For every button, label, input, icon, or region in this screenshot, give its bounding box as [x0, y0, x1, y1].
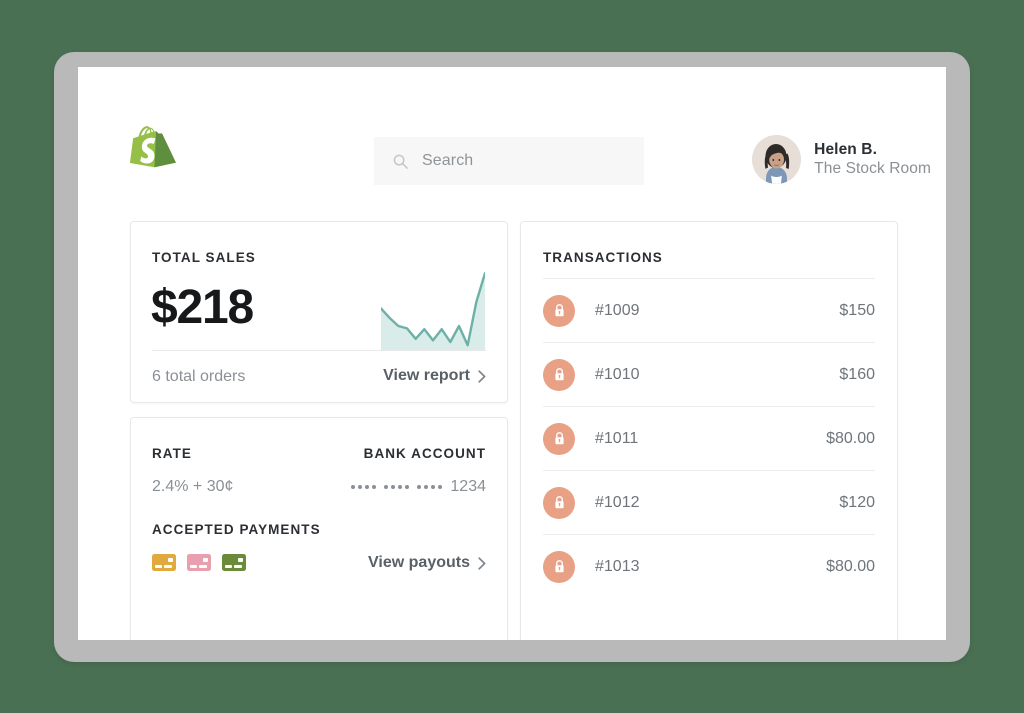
- search-input[interactable]: Search: [374, 137, 644, 185]
- transactions-card: TRANSACTIONS #1009 $150 #1010 $160 #1011 $80.…: [520, 221, 898, 640]
- transaction-id: #1013: [595, 557, 640, 575]
- transactions-list: #1009 $150 #1010 $160 #1011 $80.00 #1012 $120 #1…: [543, 278, 875, 635]
- total-sales-title: TOTAL SALES: [152, 250, 256, 265]
- total-sales-card: TOTAL SALES $218 6 total orders View rep…: [130, 221, 508, 403]
- transaction-row[interactable]: #1011 $80.00: [543, 406, 875, 470]
- view-report-link[interactable]: View report: [383, 367, 486, 385]
- app-screen: Search Helen B. The Stock Room TOTAL SAL…: [78, 67, 946, 640]
- lock-icon: [543, 358, 575, 391]
- bank-account-number: 1234: [351, 478, 486, 496]
- view-payouts-label: View payouts: [368, 554, 470, 571]
- transaction-row[interactable]: #1009 $150: [543, 278, 875, 342]
- credit-card-pink-icon: [187, 554, 211, 571]
- transaction-id: #1012: [595, 493, 640, 511]
- masked-digits-group: [417, 485, 443, 489]
- total-sales-amount: $218: [151, 281, 254, 334]
- transaction-amount: $160: [839, 365, 875, 383]
- lock-icon: [543, 422, 575, 455]
- user-store-name: The Stock Room: [814, 159, 931, 177]
- masked-digits-group: [351, 485, 377, 489]
- accepted-payment-icons: [152, 554, 246, 571]
- view-report-label: View report: [383, 367, 470, 384]
- credit-card-green-icon: [222, 554, 246, 571]
- accepted-payments-title: ACCEPTED PAYMENTS: [152, 522, 321, 537]
- transaction-row[interactable]: #1010 $160: [543, 342, 875, 406]
- transaction-amount: $80.00: [826, 429, 875, 447]
- transaction-amount: $80.00: [826, 557, 875, 575]
- transaction-id: #1011: [595, 429, 639, 447]
- user-name: Helen B.: [814, 140, 877, 158]
- sales-sparkline-chart: [381, 272, 485, 350]
- bank-account-title: BANK ACCOUNT: [363, 446, 486, 461]
- chevron-right-icon: [478, 556, 486, 570]
- transaction-row[interactable]: #1013 $80.00: [543, 534, 875, 598]
- rate-title: RATE: [152, 446, 192, 461]
- rate-value: 2.4% + 30¢: [152, 478, 234, 495]
- top-bar: Search Helen B. The Stock Room: [78, 67, 946, 195]
- device-frame: Search Helen B. The Stock Room TOTAL SAL…: [54, 52, 970, 662]
- divider: [152, 350, 486, 351]
- search-icon: [393, 154, 408, 169]
- transaction-amount: $120: [839, 493, 875, 511]
- user-info: Helen B. The Stock Room: [814, 141, 931, 179]
- masked-digits-group: [384, 485, 410, 489]
- transactions-title: TRANSACTIONS: [543, 250, 663, 265]
- shopify-logo[interactable]: [130, 126, 176, 178]
- lock-icon: [543, 550, 575, 583]
- transaction-amount: $150: [839, 301, 875, 319]
- transaction-id: #1009: [595, 301, 640, 319]
- lock-icon: [543, 486, 575, 519]
- transaction-id: #1010: [595, 365, 640, 383]
- avatar: [752, 135, 802, 184]
- transaction-row[interactable]: #1012 $120: [543, 470, 875, 534]
- rate-bank-card: RATE BANK ACCOUNT 2.4% + 30¢ 1234 ACCEPT…: [130, 417, 508, 640]
- chevron-right-icon: [478, 369, 486, 383]
- view-payouts-link[interactable]: View payouts: [368, 554, 486, 572]
- total-orders-count: 6 total orders: [152, 368, 246, 385]
- lock-icon: [543, 294, 575, 327]
- search-placeholder: Search: [422, 152, 474, 169]
- user-menu[interactable]: Helen B. The Stock Room: [752, 135, 931, 184]
- bank-last-four: 1234: [450, 478, 486, 495]
- credit-card-gold-icon: [152, 554, 176, 571]
